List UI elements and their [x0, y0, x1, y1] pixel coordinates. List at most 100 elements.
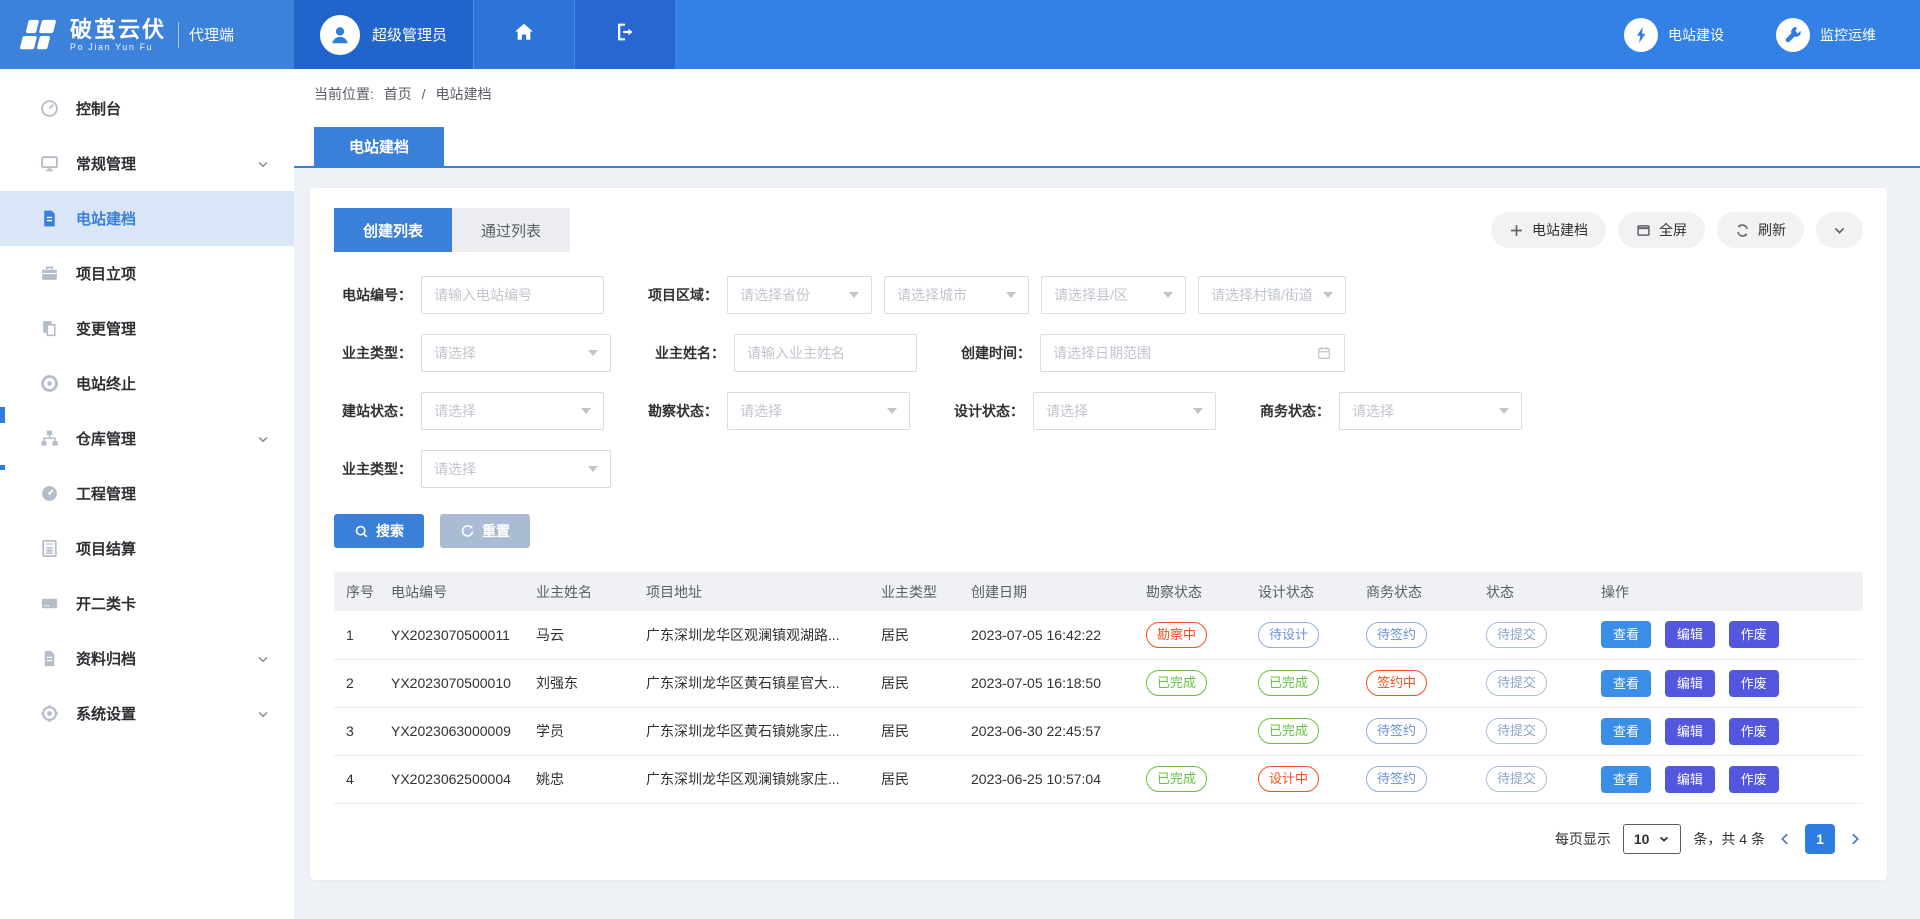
invalidate-button[interactable]: 作废 — [1729, 670, 1779, 697]
page-number-button[interactable]: 1 — [1805, 824, 1835, 854]
view-button[interactable]: 查看 — [1601, 621, 1651, 648]
nav-label: 电站建设 — [1668, 25, 1724, 45]
refresh-button[interactable]: 刷新 — [1717, 212, 1804, 248]
owner-type2-select[interactable]: 请选择 — [421, 450, 611, 488]
view-button[interactable]: 查看 — [1601, 766, 1651, 793]
edit-button[interactable]: 编辑 — [1665, 621, 1715, 648]
lightning-icon — [1624, 18, 1658, 52]
logout-icon — [614, 21, 636, 48]
nav-monitoring-ops[interactable]: 监控运维 — [1776, 18, 1876, 52]
chevron-down-icon — [256, 707, 270, 721]
sidebar-item-engineering-mgmt[interactable]: 工程管理 — [0, 466, 294, 521]
invalidate-button[interactable]: 作废 — [1729, 718, 1779, 745]
chevron-down-icon — [256, 652, 270, 666]
next-page-button[interactable] — [1847, 831, 1863, 847]
province-select[interactable]: 请选择省份 — [727, 276, 872, 314]
filter-buttons: 搜索 重置 — [334, 514, 1863, 548]
district-select[interactable]: 请选择县/区 — [1041, 276, 1186, 314]
sidebar-item-type2-card[interactable]: 开二类卡 — [0, 576, 294, 631]
sidebar-item-label: 常规管理 — [76, 153, 136, 174]
sidebar-item-label: 系统设置 — [76, 703, 136, 724]
date-range-input[interactable]: 请选择日期范围 — [1040, 334, 1345, 372]
sidebar-item-general-mgmt[interactable]: 常规管理 — [0, 136, 294, 191]
sidebar-item-label: 电站建档 — [76, 208, 136, 229]
sitemap-icon — [40, 429, 59, 448]
street-select[interactable]: 请选择村镇/街道 — [1198, 276, 1346, 314]
view-button[interactable]: 查看 — [1601, 670, 1651, 697]
sidebar-item-project-settlement[interactable]: 项目结算 — [0, 521, 294, 576]
view-button[interactable]: 查看 — [1601, 718, 1651, 745]
tab-create-list[interactable]: 创建列表 — [334, 208, 452, 252]
main-panel: 创建列表 通过列表 电站建档 全屏 刷新 — [310, 188, 1887, 880]
invalidate-button[interactable]: 作废 — [1729, 621, 1779, 648]
station-no-input[interactable] — [421, 276, 604, 314]
reset-icon — [460, 524, 475, 539]
sidebar-item-station-archive[interactable]: 电站建档 — [0, 191, 294, 246]
create-station-button[interactable]: 电站建档 — [1491, 212, 1606, 248]
design-status-select[interactable]: 请选择 — [1033, 392, 1216, 430]
table-row: 4 YX2023062500004 姚忠 广东深圳龙华区观澜镇姚家庄... 居民… — [334, 755, 1863, 803]
sidebar-item-change-mgmt[interactable]: 变更管理 — [0, 301, 294, 356]
reset-button[interactable]: 重置 — [440, 514, 530, 548]
logout-button[interactable] — [574, 0, 675, 69]
sidebar-item-system-settings[interactable]: 系统设置 — [0, 686, 294, 741]
field-label: 勘察状态： — [640, 401, 718, 421]
panel-toolbar: 创建列表 通过列表 电站建档 全屏 刷新 — [334, 208, 1863, 252]
col-header: 操作 — [1589, 572, 1863, 611]
chevron-down-icon — [849, 292, 859, 298]
fullscreen-button[interactable]: 全屏 — [1618, 212, 1705, 248]
settings-icon — [40, 704, 59, 723]
edit-button[interactable]: 编辑 — [1665, 718, 1715, 745]
home-button[interactable] — [473, 0, 574, 69]
search-button[interactable]: 搜索 — [334, 514, 424, 548]
city-select[interactable]: 请选择城市 — [884, 276, 1029, 314]
toolbar-actions: 电站建档 全屏 刷新 — [1491, 212, 1863, 248]
page-tab-strip: 电站建档 — [294, 117, 1920, 168]
logo[interactable]: 破茧云伏 Po Jian Yun Fu 代理端 — [0, 0, 294, 69]
owner-type-select[interactable]: 请选择 — [421, 334, 611, 372]
sidebar-item-label: 电站终止 — [76, 373, 136, 394]
sidebar-scroll-indicator — [0, 465, 5, 470]
calculator-icon — [40, 539, 59, 558]
page-tab-station-archive[interactable]: 电站建档 — [314, 127, 444, 166]
status-badge: 待提交 — [1486, 670, 1547, 696]
status-badge: 待提交 — [1486, 622, 1547, 648]
build-status-select[interactable]: 请选择 — [421, 392, 604, 430]
edit-button[interactable]: 编辑 — [1665, 670, 1715, 697]
prev-page-button[interactable] — [1777, 831, 1793, 847]
sidebar-item-data-archive[interactable]: 资料归档 — [0, 631, 294, 686]
sidebar-item-station-termination[interactable]: 电站终止 — [0, 356, 294, 411]
field-label: 商务状态： — [1252, 401, 1330, 421]
chevron-down-icon — [1832, 223, 1847, 238]
sidebar-item-project-initiation[interactable]: 项目立项 — [0, 246, 294, 301]
field-label: 业主类型： — [334, 459, 412, 479]
business-status-select[interactable]: 请选择 — [1339, 392, 1522, 430]
breadcrumb-current: 电站建档 — [435, 86, 491, 102]
user-name: 超级管理员 — [372, 24, 447, 45]
sidebar-item-warehouse-mgmt[interactable]: 仓库管理 — [0, 411, 294, 466]
chevron-down-icon — [887, 408, 897, 414]
status-badge: 设计中 — [1258, 766, 1319, 792]
collapse-button[interactable] — [1816, 212, 1863, 248]
nav-station-construction[interactable]: 电站建设 — [1624, 18, 1724, 52]
status-badge: 待签约 — [1366, 718, 1427, 744]
total-count-label: 条，共 4 条 — [1693, 829, 1765, 849]
breadcrumb-home-link[interactable]: 首页 — [384, 86, 412, 102]
owner-name-input[interactable] — [734, 334, 917, 372]
tab-passed-list[interactable]: 通过列表 — [452, 208, 570, 252]
gauge-icon — [40, 484, 59, 503]
survey-status-select[interactable]: 请选择 — [727, 392, 910, 430]
table-row: 2 YX2023070500010 刘强东 广东深圳龙华区黄石镇星官大... 居… — [334, 659, 1863, 707]
table-header-row: 序号 电站编号 业主姓名 项目地址 业主类型 创建日期 勘察状态 设计状态 商务… — [334, 572, 1863, 611]
col-header: 勘察状态 — [1134, 572, 1246, 611]
sidebar-item-console[interactable]: 控制台 — [0, 81, 294, 136]
per-page-select[interactable]: 10 — [1623, 824, 1682, 854]
user-menu[interactable]: 超级管理员 — [294, 0, 473, 69]
status-badge: 勘察中 — [1146, 622, 1207, 648]
chevron-down-icon — [588, 350, 598, 356]
divider — [178, 22, 179, 48]
chevron-down-icon — [1006, 292, 1016, 298]
invalidate-button[interactable]: 作废 — [1729, 766, 1779, 793]
edit-button[interactable]: 编辑 — [1665, 766, 1715, 793]
per-page-label: 每页显示 — [1555, 829, 1611, 849]
